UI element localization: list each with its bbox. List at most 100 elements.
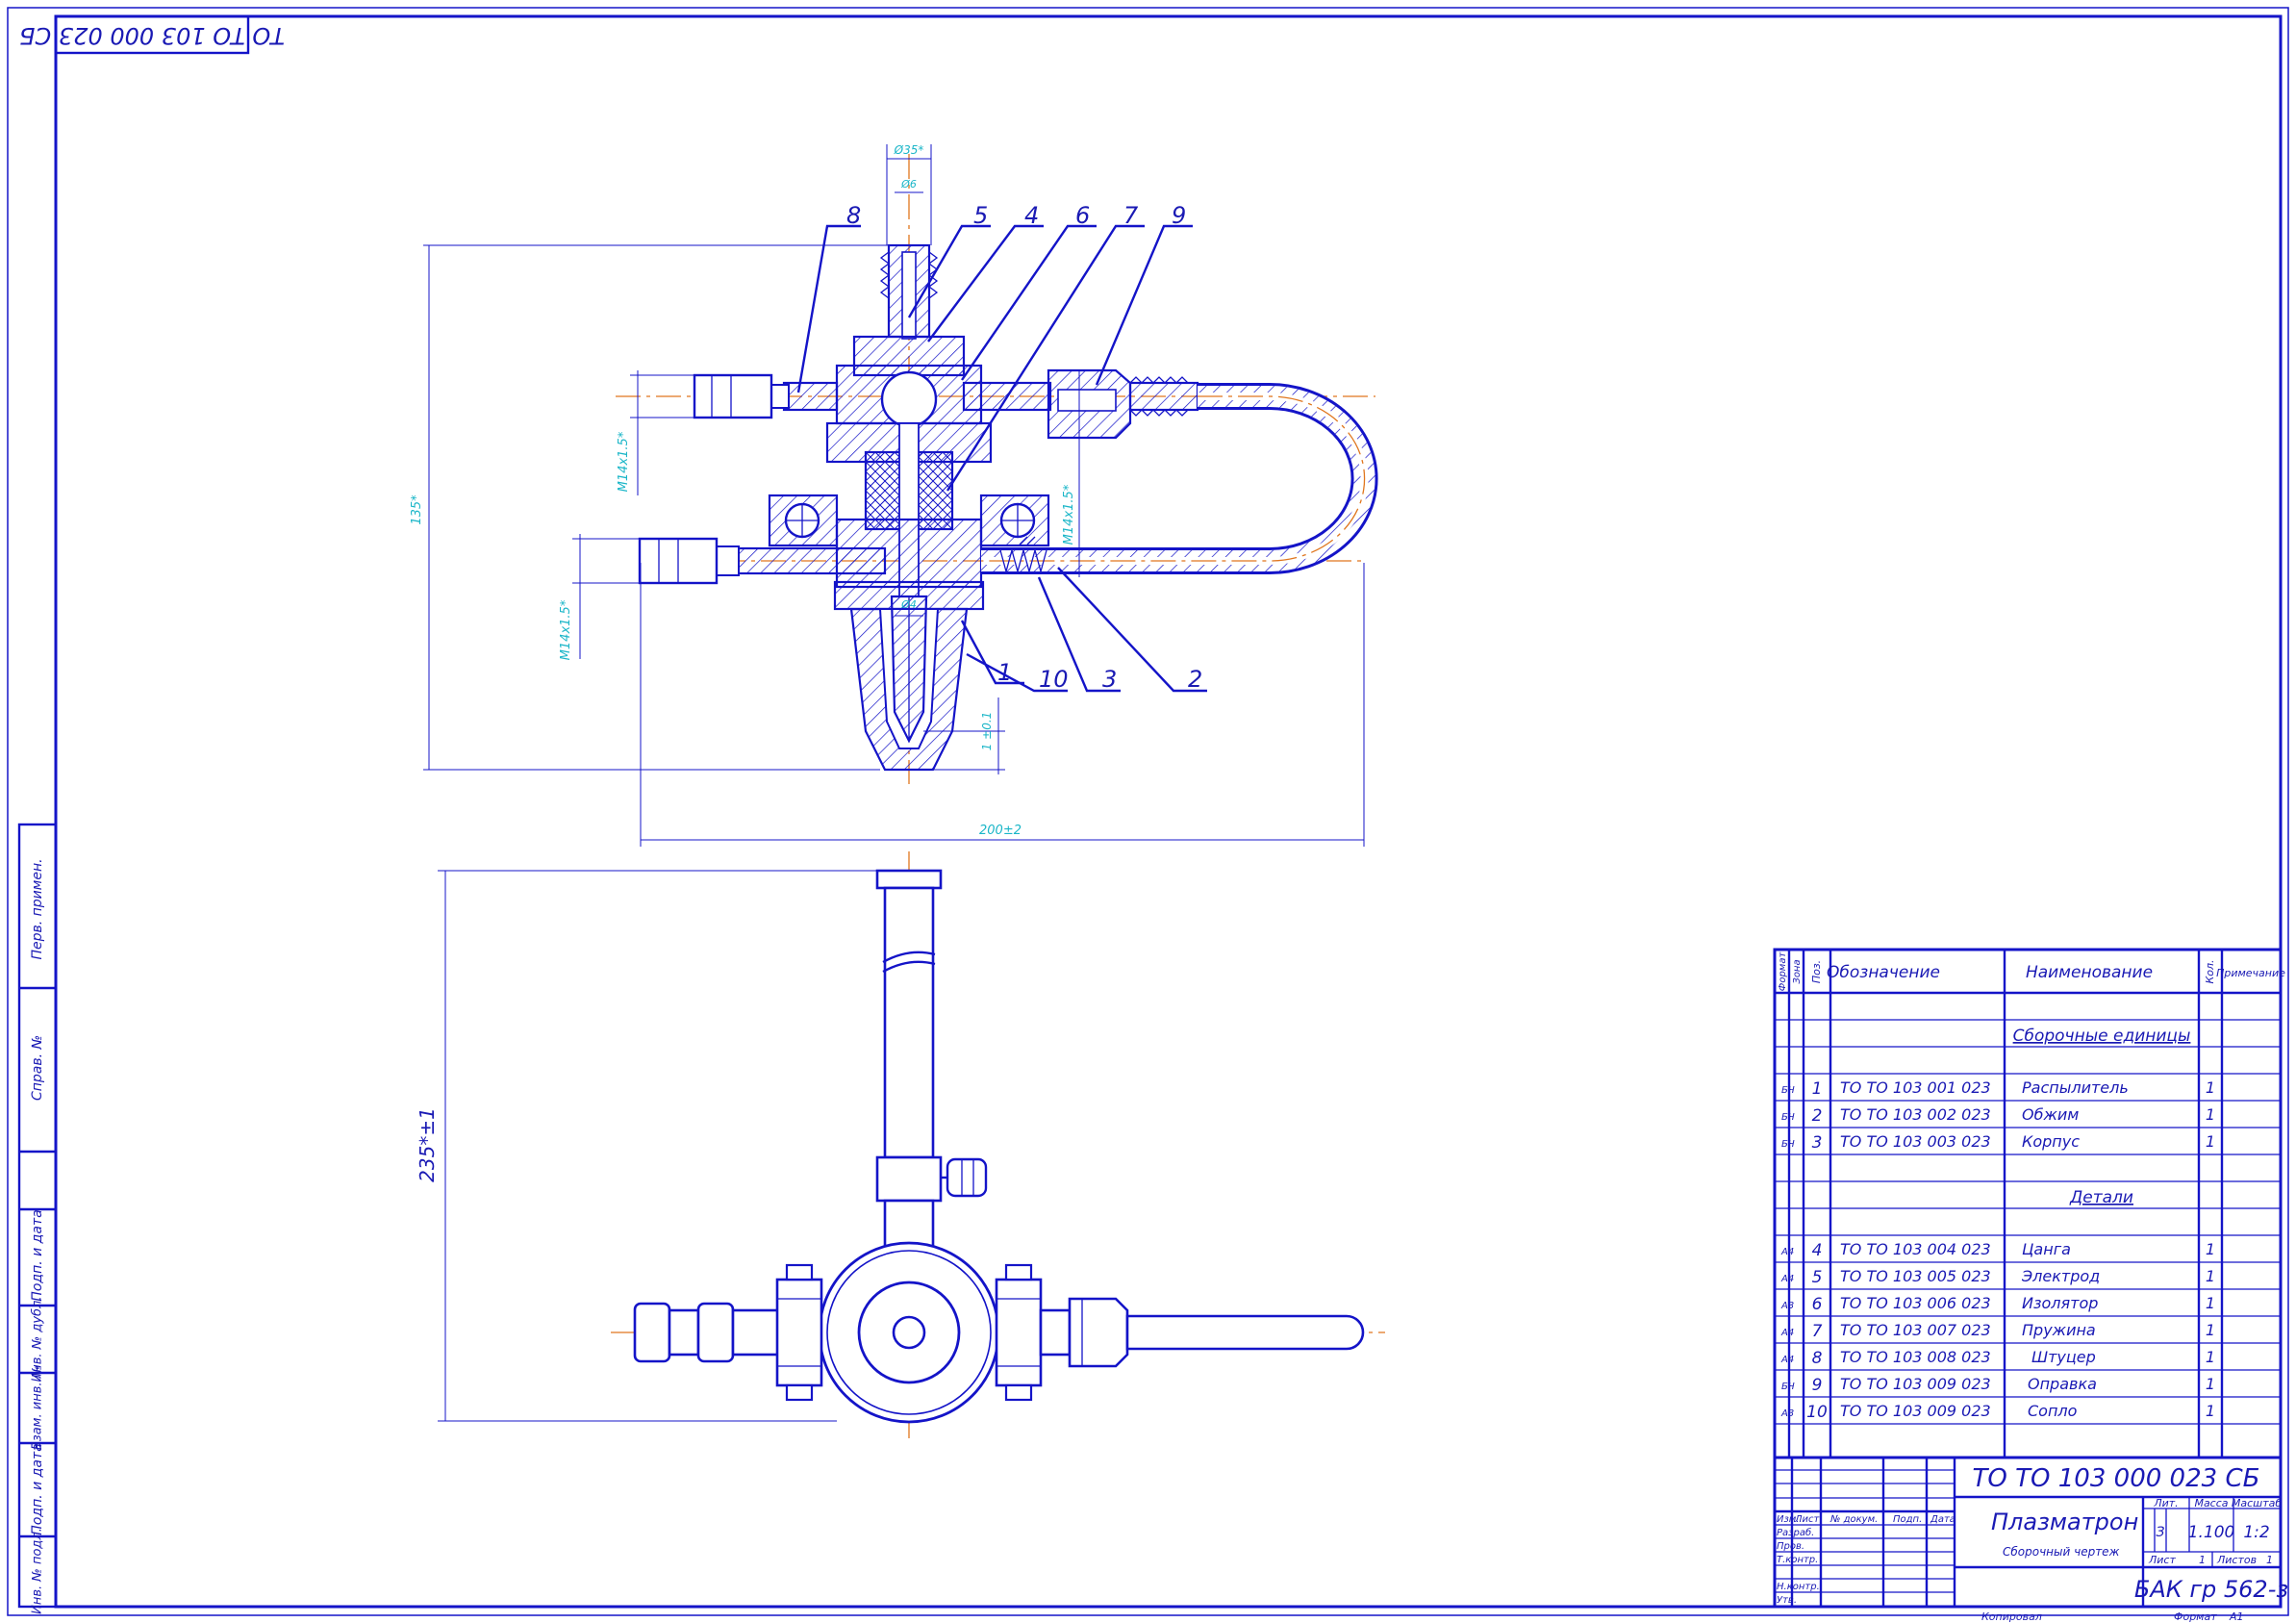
leader-10: 10 (1039, 666, 1069, 693)
tb-doc-number: ТО ТО 103 000 023 СБ (1973, 1464, 2260, 1493)
title-block: Изм. Лист № докум. Подп. Дата Разраб. Пр… (1773, 1456, 2288, 1623)
tb-col-sign: Подп. (1893, 1514, 1922, 1525)
tb-lit-value: З (2157, 1525, 2165, 1540)
tb-format-label: Формат (2174, 1610, 2217, 1623)
part-4-name: Цанга (2022, 1240, 2071, 1258)
part-4-qty: 1 (2206, 1240, 2215, 1258)
dim-bore: Ø4 (900, 598, 917, 611)
dim-top-outer: Ø35* (894, 143, 924, 157)
leader-3: 3 (1102, 666, 1117, 693)
part-9-qty: 1 (2206, 1375, 2215, 1393)
tb-doc-type: Сборочный чертеж (2003, 1545, 2120, 1559)
tb-org: БАК гр 562-з (2134, 1576, 2288, 1603)
part-10-qty: 1 (2206, 1402, 2215, 1420)
part-9-designation: ТО ТО 103 009 023 (1840, 1375, 1991, 1393)
unit-2-format: БЧ (1781, 1112, 1795, 1123)
spec-section-parts: Детали (2069, 1188, 2133, 1207)
spec-hdr-zone: Зона (1792, 959, 1803, 983)
part-8-qty: 1 (2206, 1348, 2215, 1366)
dim-thread-lower: M14x1.5* (559, 599, 573, 660)
part-7-pos: 7 (1812, 1322, 1823, 1341)
part-4-pos: 4 (1812, 1241, 1823, 1260)
part-6-pos: 6 (1812, 1295, 1823, 1314)
part-5-name: Электрод (2021, 1267, 2100, 1285)
tb-role-check: Пров. (1777, 1541, 1804, 1552)
spec-hdr-designation: Обозначение (1827, 963, 1940, 982)
tb-sheet-value: 1 (2199, 1554, 2206, 1566)
side-label-sign-date-2: Подп. и дата (30, 1443, 45, 1534)
leader-9: 9 (1172, 202, 1186, 229)
side-label-replace: Взам. инв. № (31, 1365, 45, 1450)
tb-mass-label: Масса (2194, 1497, 2228, 1509)
leader-4: 4 (1024, 202, 1039, 229)
side-strip: Перв. примен. Справ. № Подп. и дата Инв.… (17, 823, 58, 1614)
leader-7: 7 (1123, 202, 1139, 229)
spec-section-units: Сборочные единицы (2013, 1027, 2191, 1046)
corner-stamp: ТО ТО 103 000 023 СБ (19, 14, 285, 55)
part-9-pos: 9 (1812, 1376, 1823, 1395)
part-8-format: А4 (1780, 1355, 1794, 1365)
part-10-designation: ТО ТО 103 009 023 (1840, 1402, 1991, 1420)
unit-3-pos: 3 (1812, 1133, 1823, 1153)
part-8-pos: 8 (1812, 1349, 1823, 1368)
tb-scale-value: 1:2 (2243, 1523, 2269, 1542)
part-7-format: А4 (1780, 1328, 1794, 1338)
unit-2-qty: 1 (2206, 1105, 2215, 1124)
unit-1-designation: ТО ТО 103 001 023 (1840, 1078, 1991, 1097)
tb-mass-value: 1.100 (2188, 1523, 2235, 1542)
tb-sheets-value: 1 (2266, 1554, 2273, 1566)
part-7-designation: ТО ТО 103 007 023 (1840, 1321, 1991, 1339)
tb-format-value: А1 (2229, 1610, 2244, 1623)
part-10-format: А3 (1780, 1408, 1794, 1419)
tb-col-date: Дата (1930, 1514, 1955, 1525)
part-5-pos: 5 (1812, 1268, 1823, 1287)
spec-hdr-note: Примечание (2216, 967, 2285, 979)
dim-thread-right: M14x1.5* (1062, 484, 1076, 545)
dim-top-inner: Ø6 (900, 178, 917, 190)
tb-role-tcontrol: Т.контр. (1777, 1555, 1818, 1565)
unit-2-pos: 2 (1812, 1106, 1823, 1126)
part-6-designation: ТО ТО 103 006 023 (1840, 1294, 1991, 1312)
side-label-first-use: Перв. примен. (30, 858, 45, 959)
leader-8: 8 (846, 202, 861, 229)
spec-hdr-pos: Поз. (1810, 960, 1823, 983)
tb-role-approve: Утв. (1777, 1595, 1797, 1606)
unit-3-format: БЧ (1781, 1139, 1795, 1150)
inner-frame (54, 14, 2283, 1609)
corner-stamp-text: ТО ТО 103 000 023 СБ (19, 22, 285, 49)
leader-2: 2 (1188, 666, 1202, 693)
spec-hdr-qty: Кол. (2204, 959, 2216, 983)
tb-col-list: Лист (1794, 1514, 1821, 1525)
part-9-name: Оправка (2028, 1375, 2097, 1393)
dim-height-view2: 235*±1 (416, 1107, 439, 1182)
part-10-name: Сопло (2028, 1402, 2078, 1420)
unit-3-designation: ТО ТО 103 003 023 (1840, 1132, 1991, 1151)
part-8-designation: ТО ТО 103 008 023 (1840, 1348, 1991, 1366)
part-6-format: А3 (1780, 1301, 1794, 1311)
part-9-format: БЧ (1781, 1382, 1795, 1392)
dim-thread-upper: M14x1.5* (617, 431, 631, 492)
spec-table: Формат Зона Поз. Обозначение Наименовани… (1773, 948, 2285, 1459)
part-6-name: Изолятор (2022, 1294, 2098, 1312)
side-label-sign-date-1: Подп. и дата (30, 1209, 45, 1301)
tb-copied: Копировал (1981, 1610, 2042, 1623)
unit-2-designation: ТО ТО 103 002 023 (1840, 1105, 1991, 1124)
dim-nozzle-gap: 1 ±0.1 (980, 712, 994, 751)
unit-3-name: Корпус (2022, 1132, 2080, 1151)
part-4-format: А4 (1780, 1247, 1794, 1257)
tb-role-ncontrol: Н.контр. (1777, 1582, 1820, 1592)
part-10-pos: 10 (1806, 1403, 1828, 1422)
side-label-ref: Справ. № (30, 1035, 45, 1101)
part-6-qty: 1 (2206, 1294, 2215, 1312)
spec-hdr-name: Наименование (2026, 963, 2153, 982)
dim-width-total: 200±2 (979, 824, 1022, 838)
part-5-qty: 1 (2206, 1267, 2215, 1285)
leader-6: 6 (1075, 202, 1090, 229)
tb-sheets-label: Листов (2216, 1554, 2257, 1566)
tb-sheet-label: Лист (2148, 1554, 2176, 1566)
spec-hdr-format: Формат (1778, 951, 1788, 992)
drawing-sheet: ТО ТО 103 000 023 СБ Перв. примен. Справ… (7, 7, 2289, 1623)
part-5-format: А4 (1780, 1274, 1794, 1284)
unit-1-name: Распылитель (2022, 1078, 2129, 1097)
part-7-qty: 1 (2206, 1321, 2215, 1339)
